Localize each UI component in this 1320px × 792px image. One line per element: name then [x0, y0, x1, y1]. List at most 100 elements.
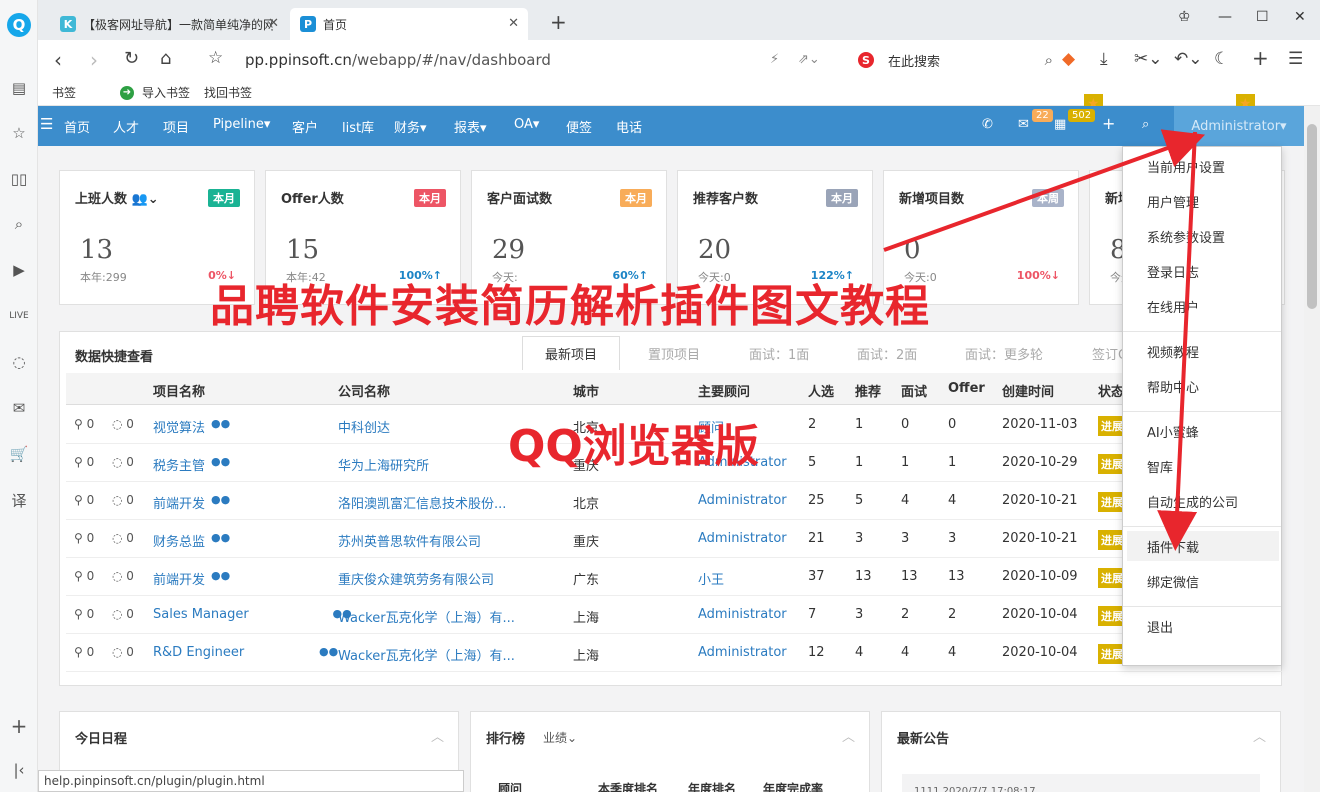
menu-icon[interactable]: ☰: [1288, 49, 1303, 69]
wechat-icon[interactable]: ●●: [211, 493, 230, 506]
collapse-icon[interactable]: |‹: [6, 757, 32, 783]
wechat-icon[interactable]: ●●: [211, 531, 230, 544]
user-menu-toggle[interactable]: Administrator▾: [1174, 106, 1304, 146]
video-icon[interactable]: ▶: [6, 257, 32, 283]
comment-count[interactable]: ◌ 0: [112, 531, 134, 545]
menu-item[interactable]: 帮助中心: [1123, 371, 1281, 401]
attachment-count[interactable]: ⚲ 0: [74, 645, 94, 659]
magnifier-icon[interactable]: ⌕: [1045, 51, 1053, 69]
qq-browser-logo-icon[interactable]: Q: [7, 13, 31, 37]
add-icon[interactable]: +: [1102, 114, 1115, 133]
calendar-icon[interactable]: ▦: [1054, 117, 1066, 132]
bookmark-star-icon[interactable]: ☆: [208, 48, 223, 68]
translate-icon[interactable]: 译: [6, 487, 32, 513]
menu-item[interactable]: 在线用户: [1123, 291, 1281, 321]
tab-interview-more[interactable]: 面试：更多轮: [965, 336, 1043, 370]
cell-name[interactable]: 税务主管: [153, 455, 205, 474]
tab-latest-projects[interactable]: 最新项目: [522, 336, 620, 370]
search-box[interactable]: S 在此搜索 ⌕: [858, 45, 1053, 75]
menu-item[interactable]: 自动生成的公司: [1123, 486, 1281, 516]
cart-icon[interactable]: 🛒: [6, 441, 32, 467]
maximize-icon[interactable]: ☐: [1256, 9, 1269, 25]
cell-name[interactable]: 视觉算法: [153, 417, 205, 436]
menu-item[interactable]: 当前用户设置: [1123, 151, 1281, 181]
cell-name[interactable]: 财务总监: [153, 531, 205, 550]
nav-report[interactable]: 报表▾: [454, 117, 487, 136]
plus-icon[interactable]: +: [1252, 46, 1269, 70]
mail-icon[interactable]: ✉: [1018, 117, 1029, 132]
attachment-count[interactable]: ⚲ 0: [74, 569, 94, 583]
cell-owner[interactable]: Administrator: [698, 531, 787, 546]
nav-phone[interactable]: 电话: [616, 117, 642, 136]
cell-company[interactable]: 苏州英普思软件有限公司: [338, 531, 481, 550]
book-icon[interactable]: ▯▯: [6, 166, 32, 192]
wechat-icon[interactable]: ●●: [211, 455, 230, 468]
bookmark-recover[interactable]: ★ 找回书签: [204, 84, 1255, 114]
home-icon[interactable]: ⌂: [160, 48, 171, 69]
ranking-select[interactable]: 业绩⌄: [543, 729, 577, 746]
comment-count[interactable]: ◌ 0: [112, 417, 134, 431]
cell-name[interactable]: Sales Manager: [153, 607, 249, 622]
nav-pipeline[interactable]: Pipeline▾: [213, 117, 270, 132]
close-tab-icon[interactable]: ✕: [268, 16, 279, 31]
tab-pinned-projects[interactable]: 置顶项目: [648, 336, 700, 370]
cell-company[interactable]: 洛阳澳凯富汇信息技术股份...: [338, 493, 506, 512]
cell-owner[interactable]: 小王: [698, 569, 724, 588]
cell-owner[interactable]: Administrator: [698, 493, 787, 508]
nav-project[interactable]: 项目: [163, 117, 189, 136]
search-icon[interactable]: ⌕: [6, 211, 32, 237]
menu-item[interactable]: 用户管理: [1123, 186, 1281, 216]
search-input[interactable]: 在此搜索: [888, 51, 940, 70]
reload-icon[interactable]: ↻: [124, 48, 139, 69]
url-input[interactable]: pp.ppinsoft.cn/webapp/#/nav/dashboard: [245, 51, 551, 69]
comment-count[interactable]: ◌ 0: [112, 645, 134, 659]
scrollbar-thumb[interactable]: [1307, 124, 1317, 309]
page-scrollbar[interactable]: [1304, 106, 1320, 792]
nav-home[interactable]: 首页: [64, 117, 90, 136]
shirt-skin-icon[interactable]: ♔: [1178, 9, 1191, 25]
menu-item[interactable]: AI小蜜蜂: [1123, 416, 1281, 446]
notice-item[interactable]: 1111 2020/7/7 17:08:17: [902, 774, 1260, 792]
minimize-icon[interactable]: —: [1218, 9, 1232, 25]
cell-company[interactable]: Wacker瓦克化学（上海）有...: [338, 645, 515, 664]
undo-icon[interactable]: ↶⌄: [1174, 49, 1203, 69]
attachment-count[interactable]: ⚲ 0: [74, 455, 94, 469]
close-window-icon[interactable]: ✕: [1294, 9, 1306, 25]
forward-icon[interactable]: ›: [90, 48, 98, 72]
cell-name[interactable]: 前端开发: [153, 493, 205, 512]
table-row[interactable]: ⚲ 0 ◌ 0 Sales Manager Wacker瓦克化学（上海）有... 上海 A…: [66, 596, 1282, 634]
comment-count[interactable]: ◌ 0: [112, 455, 134, 469]
cell-owner[interactable]: Administrator: [698, 607, 787, 622]
close-tab-icon[interactable]: ✕: [508, 16, 519, 31]
collapse-chevron-icon[interactable]: ︿: [431, 726, 444, 745]
attachment-count[interactable]: ⚲ 0: [74, 531, 94, 545]
download-icon[interactable]: ⤓: [1100, 49, 1108, 69]
table-row[interactable]: ⚲ 0 ◌ 0 前端开发 洛阳澳凯富汇信息技术股份... 北京 Administrator…: [66, 482, 1282, 520]
new-tab-icon[interactable]: +: [550, 10, 567, 34]
attachment-count[interactable]: ⚲ 0: [74, 607, 94, 621]
tab-interview-1[interactable]: 面试：1面: [749, 336, 809, 370]
cell-company[interactable]: 中科创达: [338, 417, 390, 436]
menu-item[interactable]: 视频教程: [1123, 336, 1281, 366]
nav-note[interactable]: 便签: [566, 117, 592, 136]
menu-item[interactable]: 智库: [1123, 451, 1281, 481]
live-icon[interactable]: LIVE: [6, 303, 32, 329]
night-mode-icon[interactable]: ☾: [1214, 49, 1229, 69]
nav-finance[interactable]: 财务▾: [394, 117, 427, 136]
nav-list[interactable]: list库: [342, 117, 374, 136]
cell-owner[interactable]: Administrator: [698, 645, 787, 660]
wechat-icon[interactable]: ●●: [211, 417, 230, 430]
chat-icon[interactable]: ◌: [6, 349, 32, 375]
menu-item[interactable]: 系统参数设置: [1123, 221, 1281, 251]
table-row[interactable]: ⚲ 0 ◌ 0 财务总监 苏州英普思软件有限公司 重庆 Administrator 21 3 3…: [66, 520, 1282, 558]
news-icon[interactable]: ▤: [6, 75, 32, 101]
tab-geek-nav[interactable]: K 【极客网址导航】一款简单纯净的网址导航 ✕: [50, 8, 288, 40]
bookmark-item[interactable]: ★ 书签: [52, 84, 1103, 114]
tab-home[interactable]: P 首页 ✕: [290, 8, 528, 40]
tab-interview-2[interactable]: 面试：2面: [857, 336, 917, 370]
scissors-icon[interactable]: ✂⌄: [1134, 49, 1163, 69]
nav-oa[interactable]: OA▾: [514, 117, 539, 132]
flash-icon[interactable]: ⚡: [770, 52, 779, 67]
favorites-star-icon[interactable]: ☆: [6, 120, 32, 146]
menu-item[interactable]: 绑定微信: [1123, 566, 1281, 596]
